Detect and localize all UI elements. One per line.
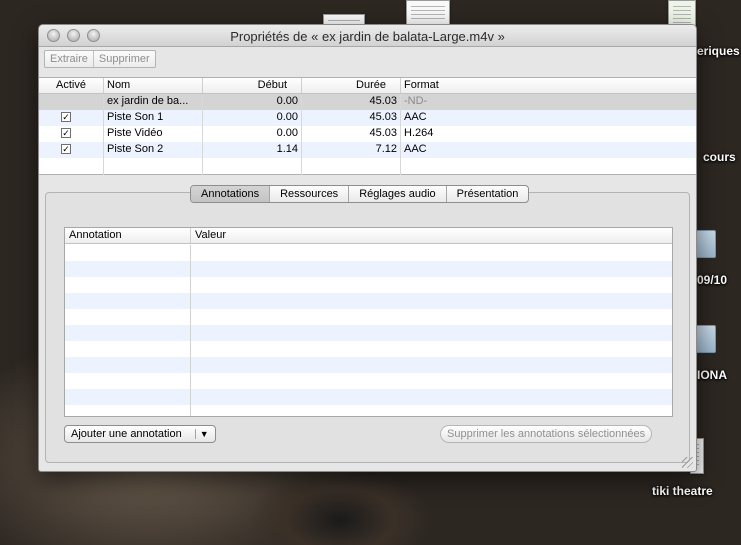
- start-cell: 0.00: [203, 126, 302, 142]
- table-row[interactable]: ✓ Piste Son 2 1.14 7.12 AAC: [39, 142, 696, 158]
- start-cell: 0.00: [203, 94, 302, 110]
- duration-cell: 45.03: [302, 110, 401, 126]
- add-annotation-popup-button[interactable]: Ajouter une annotation ▼: [64, 425, 216, 443]
- delete-button[interactable]: Supprimer: [92, 51, 155, 67]
- desktop-label: 09/10: [697, 273, 728, 287]
- annotations-table-header: Annotation Valeur: [65, 228, 672, 244]
- empty-cell: [203, 158, 302, 175]
- empty-cell: [39, 158, 104, 175]
- extract-button[interactable]: Extraire: [45, 51, 93, 67]
- window-title: Propriétés de « ex jardin de balata-Larg…: [230, 29, 505, 44]
- empty-cell: [401, 158, 696, 175]
- column-header-value[interactable]: Valeur: [191, 228, 672, 243]
- duration-cell: 45.03: [302, 94, 401, 110]
- checkbox-checked-icon[interactable]: ✓: [61, 128, 71, 138]
- chevron-down-icon: ▼: [194, 429, 209, 439]
- format-cell: AAC: [404, 111, 427, 123]
- toolbar-button-group: Extraire Supprimer: [44, 50, 156, 68]
- name-cell: ex jardin de ba...: [104, 94, 203, 110]
- column-header-duration[interactable]: Durée: [302, 78, 401, 93]
- column-header-active[interactable]: Activé: [39, 78, 104, 93]
- name-cell: Piste Vidéo: [104, 126, 203, 142]
- add-annotation-label: Ajouter une annotation: [71, 428, 182, 440]
- empty-cell: [104, 158, 203, 175]
- column-header-start[interactable]: Début: [203, 78, 302, 93]
- table-row[interactable]: ex jardin de ba... 0.00 45.03 -ND-: [39, 94, 696, 110]
- active-cell: [39, 94, 104, 110]
- toolbar: Extraire Supprimer: [39, 47, 696, 73]
- checkbox-checked-icon[interactable]: ✓: [61, 144, 71, 154]
- name-cell: Piste Son 1: [104, 110, 203, 126]
- desktop-file-icon[interactable]: [406, 0, 450, 27]
- delete-selected-annotations-button[interactable]: Supprimer les annotations sélectionnées: [440, 425, 653, 443]
- tab-annotations[interactable]: Annotations: [191, 186, 271, 202]
- format-cell: AAC: [404, 143, 427, 155]
- desktop-label: IONA: [697, 368, 727, 382]
- duration-cell: 7.12: [302, 142, 401, 158]
- tracks-table: Activé Nom Début Durée Format ex jardin …: [39, 77, 696, 175]
- annotations-list[interactable]: [65, 245, 672, 416]
- active-cell: ✓: [39, 110, 104, 126]
- active-cell: ✓: [39, 126, 104, 142]
- tab-presentation[interactable]: Présentation: [447, 186, 529, 202]
- title-bar[interactable]: Propriétés de « ex jardin de balata-Larg…: [39, 25, 696, 47]
- column-header-format[interactable]: Format: [401, 78, 696, 93]
- annotations-table[interactable]: Annotation Valeur: [64, 227, 673, 417]
- resize-grip-icon[interactable]: [682, 457, 693, 468]
- table-row[interactable]: ✓ Piste Son 1 0.00 45.03 AAC: [39, 110, 696, 126]
- tracks-table-header: Activé Nom Début Durée Format: [39, 78, 696, 94]
- start-cell: 1.14: [203, 142, 302, 158]
- column-divider: [190, 245, 191, 416]
- table-row[interactable]: ✓ Piste Vidéo 0.00 45.03 H.264: [39, 126, 696, 142]
- column-header-annotation[interactable]: Annotation: [65, 228, 191, 243]
- empty-cell: [302, 158, 401, 175]
- start-cell: 0.00: [203, 110, 302, 126]
- checkbox-checked-icon[interactable]: ✓: [61, 112, 71, 122]
- column-header-name[interactable]: Nom: [104, 78, 203, 93]
- format-cell: H.264: [404, 127, 434, 139]
- table-row-empty: [39, 158, 696, 175]
- tab-audio-settings[interactable]: Réglages audio: [349, 186, 447, 202]
- duration-cell: 45.03: [302, 126, 401, 142]
- active-cell: ✓: [39, 142, 104, 158]
- name-cell: Piste Son 2: [104, 142, 203, 158]
- tab-bar: Annotations Ressources Réglages audio Pr…: [190, 185, 530, 203]
- desktop-label: eriques: [697, 44, 740, 58]
- properties-window: Propriétés de « ex jardin de balata-Larg…: [38, 24, 697, 472]
- tab-resources[interactable]: Ressources: [270, 186, 350, 202]
- desktop-label: tiki theatre: [652, 484, 713, 498]
- format-cell: -ND-: [404, 95, 428, 107]
- desktop-label: cours: [703, 150, 736, 164]
